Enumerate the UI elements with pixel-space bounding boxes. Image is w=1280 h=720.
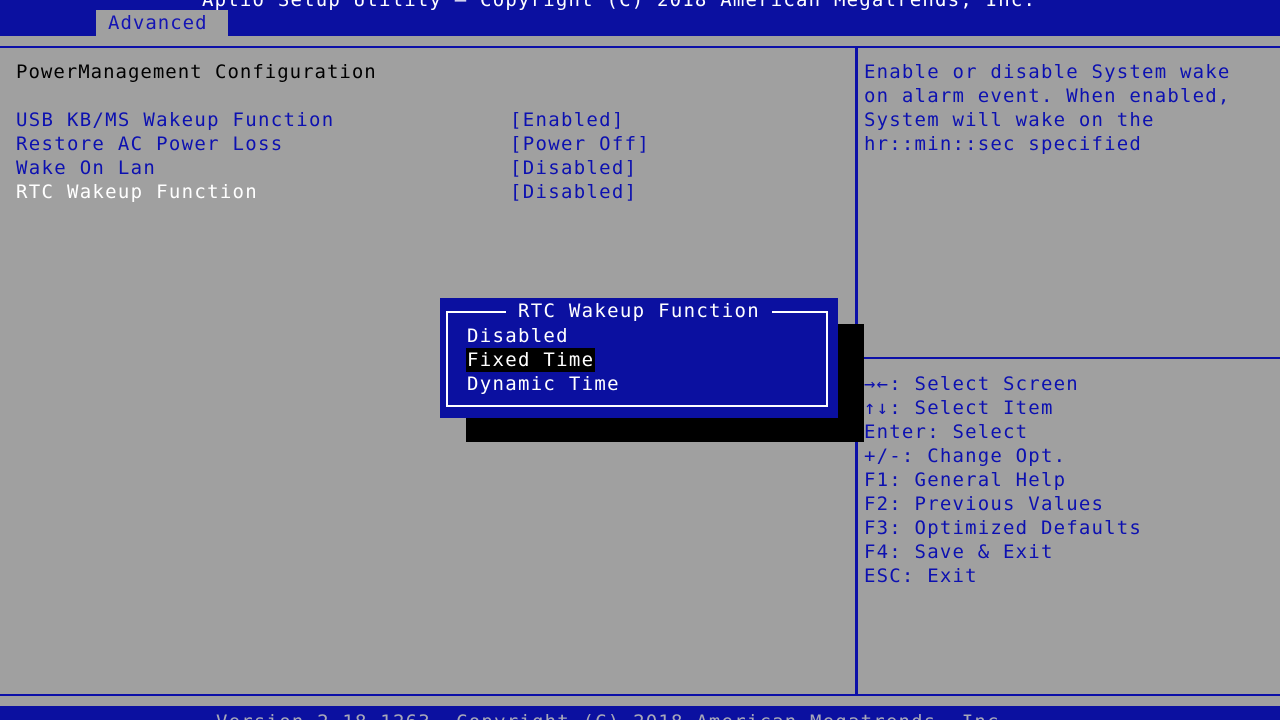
footer-text: Version 2.18.1263. Copyright (C) 2018 Am… [216,710,1012,720]
setting-value[interactable]: [Disabled] [510,180,637,204]
help-line: on alarm event. When enabled, [864,85,1231,107]
setting-label: USB KB/MS Wakeup Function [16,109,335,131]
popup-option-disabled[interactable]: Disabled [466,324,570,348]
popup-title: RTC Wakeup Function [440,298,838,324]
popup-option-fixed-time[interactable]: Fixed Time [466,348,596,372]
section-title: PowerManagement Configuration [16,61,377,83]
setting-restore-ac[interactable]: Restore AC Power Loss [Power Off] [16,132,836,156]
title-text: Aptio Setup Utility – Copyright (C) 2018… [202,0,1037,11]
setting-usb-wakeup[interactable]: USB KB/MS Wakeup Function [Enabled] [16,108,836,132]
key-optimized-defaults: F3: Optimized Defaults [864,517,1143,539]
key-previous-values: F2: Previous Values [864,493,1105,515]
tab-advanced[interactable]: Advanced [96,10,228,36]
rtc-wakeup-popup: RTC Wakeup Function Disabled Fixed Time … [440,298,838,418]
setting-value[interactable]: [Enabled] [510,108,625,132]
help-text: Enable or disable System wake on alarm e… [864,60,1269,156]
key-legend: →←: Select Screen ↑↓: Select Item Enter:… [864,372,1142,588]
setting-label: Wake On Lan [16,157,157,179]
key-select-item: ↑↓: Select Item [864,397,1054,419]
key-select-screen: →←: Select Screen [864,373,1079,395]
setting-label: Restore AC Power Loss [16,133,284,155]
setting-wake-on-lan[interactable]: Wake On Lan [Disabled] [16,156,836,180]
key-enter-select: Enter: Select [864,421,1029,443]
setting-value[interactable]: [Power Off] [510,132,650,156]
title-bar: Aptio Setup Utility – Copyright (C) 2018… [0,0,1280,36]
footer-bar: Version 2.18.1263. Copyright (C) 2018 Am… [0,706,1280,720]
top-divider [0,46,1280,48]
popup-title-text: RTC Wakeup Function [505,300,773,322]
key-esc-exit: ESC: Exit [864,565,978,587]
key-save-exit: F4: Save & Exit [864,541,1054,563]
key-change-opt: +/-: Change Opt. [864,445,1067,467]
setting-label: RTC Wakeup Function [16,181,259,203]
key-general-help: F1: General Help [864,469,1067,491]
help-line: hr::min::sec specified [864,133,1143,155]
help-divider [858,357,1280,359]
setting-rtc-wakeup[interactable]: RTC Wakeup Function [Disabled] [16,180,836,204]
popup-option-dynamic-time[interactable]: Dynamic Time [466,372,621,396]
tab-advanced-label: Advanced [108,12,208,34]
bottom-divider [0,694,1280,696]
help-line: Enable or disable System wake [864,61,1231,83]
help-line: System will wake on the [864,109,1155,131]
setting-value[interactable]: [Disabled] [510,156,637,180]
